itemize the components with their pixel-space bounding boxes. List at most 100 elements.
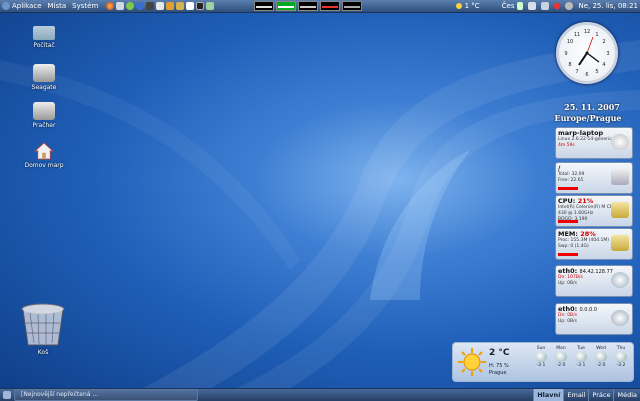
svg-text:1: 1: [595, 32, 598, 38]
cloud-icon: [575, 352, 587, 362]
panel-clock[interactable]: Ne, 25. lis, 08:21: [578, 2, 638, 10]
weather-tray-icon[interactable]: [455, 3, 462, 9]
desktop-icon-pracher[interactable]: Pračher: [19, 102, 69, 129]
folder-icon[interactable]: [176, 2, 185, 10]
bottom-panel: [Nejnovější nepřečtená ... Hlavní Email …: [0, 388, 640, 401]
desktop-icon-label: Domov marp: [24, 162, 64, 169]
music-player-icon[interactable]: [166, 2, 175, 10]
apple-logo-icon: [611, 134, 629, 150]
svg-text:7: 7: [575, 69, 578, 75]
spreadsheet-icon[interactable]: [206, 2, 215, 10]
desktop-icon-label: Seagate: [31, 84, 57, 91]
text-editor-icon[interactable]: [156, 2, 165, 10]
trash-icon: [21, 303, 65, 346]
forecast-range: -2 0: [596, 363, 606, 368]
forecast: Sun -3 1 Mon -2 0 Tue -3 1 Wed -2 0 Thu -3 2: [531, 346, 631, 368]
clock-timezone: Europe/Prague: [554, 113, 622, 123]
weather-city: Prague: [489, 370, 507, 376]
keyboard-layout[interactable]: Čes: [502, 2, 515, 10]
power-icon[interactable]: [565, 2, 574, 10]
menu-places[interactable]: Místa: [48, 2, 67, 10]
network-icon[interactable]: [528, 2, 537, 10]
load-monitor[interactable]: [342, 1, 363, 11]
clock-face: 12 12 345 678 91011: [564, 29, 609, 78]
launcher-bar: [106, 2, 216, 10]
network-globe-icon: [611, 310, 629, 326]
cpu-chip-icon: [611, 202, 629, 218]
harddisk-icon: [33, 102, 55, 120]
harddisk-icon: [611, 169, 629, 185]
workspace-prace[interactable]: Práce: [588, 389, 613, 401]
volume-icon[interactable]: [541, 2, 550, 10]
desktop-icon-home[interactable]: Domov marp: [19, 142, 69, 169]
workspace-media[interactable]: Média: [613, 389, 640, 401]
menu-system[interactable]: Systém: [72, 2, 98, 10]
workspace-email[interactable]: Email: [563, 389, 588, 401]
desktop-icon-label: Pračher: [32, 122, 56, 129]
menu-applications[interactable]: Aplikace: [12, 2, 42, 10]
interface-label: eth0:: [558, 305, 578, 313]
svg-text:3: 3: [606, 51, 609, 57]
svg-text:10: 10: [567, 39, 573, 45]
trash-can[interactable]: Koš: [18, 303, 68, 356]
cpu-card[interactable]: CPU: 21% Intel(R) Celeron(R) M CPU 430 @…: [555, 195, 633, 227]
svg-text:11: 11: [574, 32, 580, 38]
desktop-icon-label: Počítač: [33, 42, 55, 49]
network-monitor[interactable]: [298, 1, 319, 11]
analog-clock[interactable]: 12 1 2 345 678 9 10 11: [556, 22, 618, 84]
workspace-switcher: Hlavní Email Práce Média: [533, 389, 640, 401]
weather-temperature: 2 °C: [489, 348, 510, 358]
messenger-icon[interactable]: [126, 2, 135, 10]
forecast-range: -2 0: [556, 363, 566, 368]
ubuntu-logo-icon[interactable]: [2, 2, 10, 10]
memory-card[interactable]: MEM: 28% Proc: 155.3M (404.1M) Swp: 0 (1…: [555, 228, 633, 260]
cpu-monitor[interactable]: [254, 1, 275, 11]
forecast-day-name: Mon: [556, 346, 566, 351]
document-icon[interactable]: [186, 2, 195, 10]
workspace-hlavni[interactable]: Hlavní: [533, 389, 564, 401]
network-card-eth0[interactable]: eth0: 84.42.128.77 Dn: 107B/s Up: 0B/s: [555, 265, 633, 297]
cloud-icon: [615, 352, 627, 362]
trash-label: Koš: [37, 349, 49, 356]
forecast-day: Mon -2 0: [551, 346, 571, 368]
update-notifier-icon[interactable]: [553, 1, 562, 11]
cpu-label: CPU:: [558, 197, 576, 205]
forecast-range: -3 1: [536, 363, 546, 368]
weather-widget[interactable]: 2 °C H: 75 % Prague Sun -3 1 Mon -2 0 Tue -…: [452, 342, 634, 382]
top-panel: Aplikace Místa Systém 1 °C Čes Ne, 25. l…: [0, 0, 640, 13]
desktop-icon-seagate[interactable]: Seagate: [19, 64, 69, 91]
terminal-icon[interactable]: [196, 2, 205, 10]
firefox-icon[interactable]: [106, 2, 115, 10]
home-folder-icon: [33, 142, 55, 160]
memory-label: MEM:: [558, 230, 578, 238]
svg-text:5: 5: [595, 69, 598, 75]
forecast-range: -3 1: [576, 363, 586, 368]
show-desktop-icon[interactable]: [3, 391, 11, 399]
email-client-icon[interactable]: [116, 2, 125, 10]
interface-ip: 84.42.128.77: [579, 269, 613, 275]
clock-date: 25. 11. 2007: [564, 102, 620, 112]
forecast-day-name: Tue: [577, 346, 585, 351]
host-card[interactable]: marp-laptop Linux 2.6.22-14-generic 4m 5…: [555, 127, 633, 159]
forecast-day-name: Sun: [536, 346, 546, 351]
memory-monitor[interactable]: [276, 1, 297, 11]
help-icon[interactable]: [136, 2, 145, 10]
desktop-icon-computer[interactable]: Počítač: [19, 26, 69, 49]
wallpaper-swoosh: [0, 40, 640, 400]
battery-icon[interactable]: [517, 2, 524, 10]
forecast-day-name: Thu: [616, 346, 626, 351]
taskbar-button-mail[interactable]: [Nejnovější nepřečtená ...: [14, 389, 198, 401]
interface-label: eth0:: [558, 267, 578, 275]
network-card-eth0-secondary[interactable]: eth0: 0.0.0.0 Dn: 0B/s Up: 0B/s: [555, 303, 633, 335]
disk-usage-bar: [558, 187, 578, 190]
svg-text:8: 8: [568, 62, 571, 68]
system-tray: 1 °C Čes Ne, 25. lis, 08:21: [453, 0, 638, 12]
svg-text:9: 9: [564, 51, 567, 57]
camera-icon[interactable]: [146, 2, 155, 10]
swap-monitor[interactable]: [320, 1, 341, 11]
memory-usage-bar: [558, 253, 578, 256]
cpu-usage-bar: [558, 220, 578, 223]
tray-temperature[interactable]: 1 °C: [465, 2, 480, 10]
forecast-range: -3 2: [616, 363, 626, 368]
disk-card[interactable]: / Total: 32.09 Free: 22.65: [555, 162, 633, 194]
